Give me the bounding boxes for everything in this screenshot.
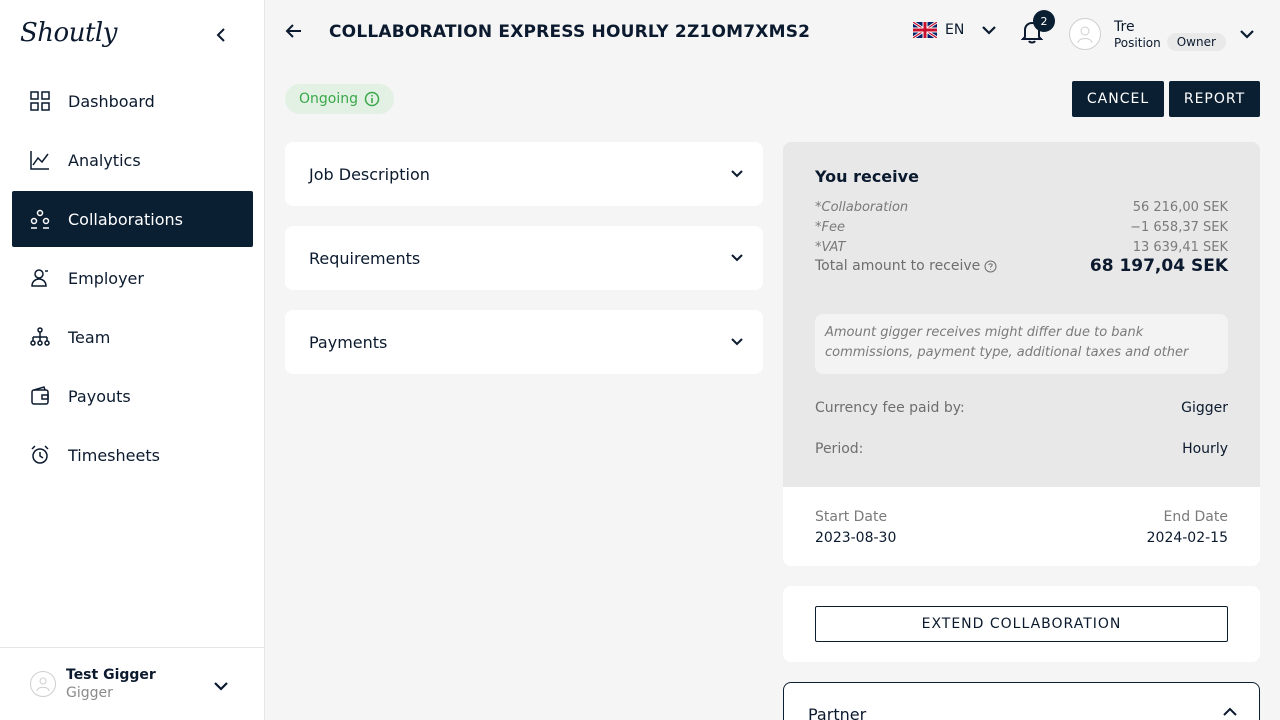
date-value: 2024-02-15 [1146,530,1228,546]
fee-amount-row: *Fee −1 658,37 SEK [815,220,1228,235]
info-icon[interactable] [364,91,380,107]
logo[interactable]: Shoutly [20,18,117,48]
avatar [1069,18,1101,50]
sidebar-item-payouts[interactable]: Payouts [12,368,253,424]
collaboration-amount-row: *Collaboration 56 216,00 SEK [815,200,1228,215]
profile-name: Tre [1114,18,1135,35]
section-title: Requirements [309,248,421,268]
meta-label: Currency fee paid by: [815,400,965,416]
sidebar-item-label: Team [68,327,111,347]
chevron-down-icon [982,25,997,35]
user-name: Test Gigger [66,667,156,683]
end-date: End Date 2024-02-15 [1147,509,1228,546]
user-role: Gigger [66,685,113,701]
sidebar-item-label: Employer [68,268,144,288]
chevron-down-icon [731,170,743,178]
analytics-icon [30,150,50,170]
total-label-wrap: Total amount to receive [815,258,997,274]
avatar [30,671,56,697]
chevron-down-icon [731,254,743,262]
total-value: 68 197,04 SEK [1089,256,1228,276]
chevron-up-icon [1223,707,1237,716]
receive-summary-card: You receive *Collaboration 56 216,00 SEK… [783,142,1260,487]
top-header: COLLABORATION EXPRESS HOURLY 2Z1OM7XMS2 … [265,0,1280,66]
employer-icon [30,268,50,288]
receive-title: You receive [815,167,919,186]
requirements-section[interactable]: Requirements [285,226,763,290]
job-description-section[interactable]: Job Description [285,142,763,206]
total-label: Total amount to receive [815,258,981,274]
meta-value: Gigger [1181,400,1228,416]
extend-card: EXTEND COLLABORATION [783,586,1260,662]
user-icon [1077,26,1093,44]
notification-badge: 2 [1033,10,1055,32]
sidebar-nav: Dashboard Analytics Collaborations Emplo… [12,73,253,486]
payments-section[interactable]: Payments [285,310,763,374]
uk-flag-icon [913,22,937,38]
partner-section[interactable]: Partner [783,682,1260,720]
report-button[interactable]: REPORT [1169,81,1260,117]
language-selector[interactable]: EN [913,22,997,38]
sidebar: Shoutly Dashboard Analytics Collaboratio… [0,0,265,720]
user-icon [36,677,50,692]
row-value: −1 658,37 SEK [1130,220,1228,235]
profile-text: Tre Position [1114,19,1161,50]
team-icon [30,327,50,347]
profile-position: Position [1114,35,1161,50]
currency-fee-row: Currency fee paid by: Gigger [815,400,1228,416]
dashboard-icon [30,91,50,111]
row-value: 56 216,00 SEK [1132,200,1228,215]
start-date: Start Date 2023-08-30 [815,509,896,546]
row-label: *Fee [815,220,845,235]
sidebar-item-team[interactable]: Team [12,309,253,365]
status-badge: Ongoing [285,84,394,114]
sidebar-item-analytics[interactable]: Analytics [12,132,253,188]
dates-card: Start Date 2023-08-30 End Date 2024-02-1… [783,487,1260,566]
total-amount-row: Total amount to receive 68 197,04 SEK [815,256,1228,276]
period-row: Period: Hourly [815,441,1228,457]
sidebar-item-label: Collaborations [68,209,183,229]
date-value: 2023-08-30 [815,530,897,546]
sidebar-item-label: Timesheets [68,445,160,465]
extend-collaboration-button[interactable]: EXTEND COLLABORATION [815,606,1228,642]
row-label: *Collaboration [815,200,909,215]
back-arrow-icon[interactable] [285,22,303,44]
section-title: Payments [309,332,388,352]
help-icon[interactable] [984,260,997,273]
user-info: Test Gigger Gigger [66,667,156,701]
chevron-left-icon [216,28,225,42]
section-title: Job Description [309,164,430,184]
sidebar-item-employer[interactable]: Employer [12,250,253,306]
row-label: *VAT [815,240,846,255]
sidebar-item-timesheets[interactable]: Timesheets [12,427,253,483]
sidebar-item-label: Analytics [68,150,141,170]
chevron-down-icon [731,338,743,346]
vat-amount-row: *VAT 13 639,41 SEK [815,240,1228,255]
collaborations-icon [30,209,50,229]
meta-label: Period: [815,441,864,457]
collapse-sidebar-button[interactable] [210,24,232,46]
profile-menu[interactable]: Tre Position Owner [1069,17,1254,51]
section-title: Partner [808,705,867,720]
sidebar-item-label: Payouts [68,386,131,406]
meta-value: Hourly [1182,441,1228,457]
timesheets-icon [30,445,50,465]
page-title: COLLABORATION EXPRESS HOURLY 2Z1OM7XMS2 [329,22,811,42]
sidebar-item-collaborations[interactable]: Collaborations [12,191,253,247]
status-label: Ongoing [299,91,358,107]
payouts-icon [30,386,50,406]
bank-commission-note: Amount gigger receives might differ due … [815,314,1228,374]
cancel-button[interactable]: CANCEL [1072,81,1164,117]
date-label: Start Date [815,509,888,525]
date-label: End Date [1163,509,1228,525]
sidebar-item-dashboard[interactable]: Dashboard [12,73,253,129]
row-value: 13 639,41 SEK [1132,240,1228,255]
user-account-menu[interactable]: Test Gigger Gigger [0,647,265,720]
language-code: EN [945,22,965,38]
role-badge: Owner [1166,33,1226,51]
chevron-down-icon [1240,29,1254,39]
chevron-down-icon[interactable] [214,676,228,695]
sidebar-item-label: Dashboard [68,91,155,111]
